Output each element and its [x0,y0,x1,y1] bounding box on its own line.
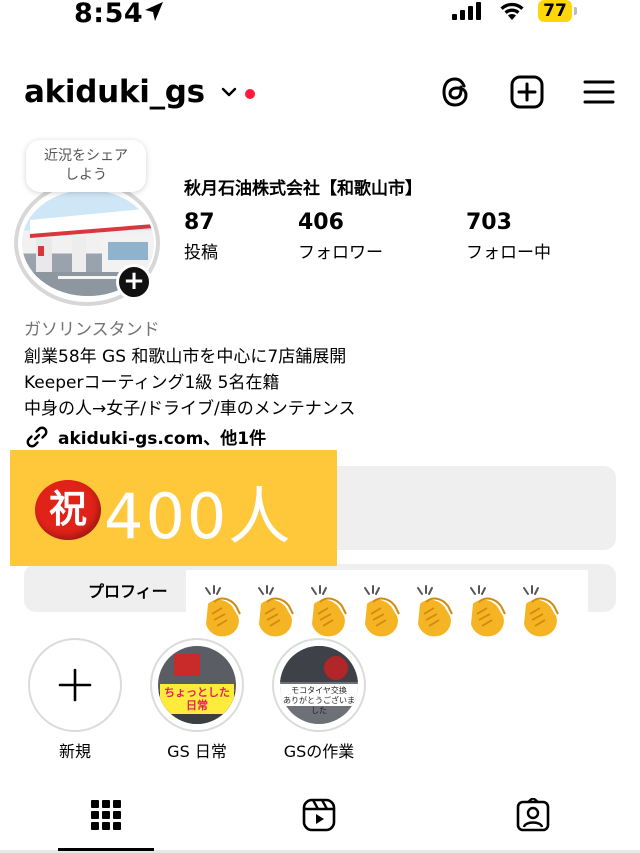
highlight-label: GS 日常 [167,742,227,761]
edit-profile-label: プロフィー [88,582,168,601]
highlight-cover-art [158,646,236,724]
note-bubble-text: 近況をシェア しよう [44,148,128,183]
highlight-cover-text: モコタイヤ交換 ありがとうございました [283,686,355,715]
posts-count[interactable]: 87 [184,210,215,235]
highlight-label: 新規 [58,742,91,761]
clap-row [198,584,561,638]
posts-label[interactable]: 投稿 [184,238,218,263]
followers-label[interactable]: フォロワー [298,238,383,263]
threads-icon[interactable] [438,74,474,110]
highlight-cover-text: ちょっとした日常 [164,686,230,712]
highlight-cover: モコタイヤ交換 ありがとうございました [280,646,358,724]
grid-icon[interactable] [91,798,121,832]
bio-line: 創業58年 GS 和歌山市を中心に7店舗展開 [24,347,347,367]
highlight-label: GSの作業 [283,742,355,761]
clapping-hands-icon [311,585,347,637]
clapping-hands-icon [523,585,559,637]
clapping-hands-icon [364,585,400,637]
profile-link[interactable]: akiduki-gs.com、他1件 [58,424,266,449]
profile-category: ガソリンスタンド [24,320,160,340]
status-time: 8:54 [74,0,144,29]
bio-line: 中身の人→女子/ドライブ/車のメンテナンス [24,399,356,419]
active-tab-indicator [58,848,154,851]
following-label[interactable]: フォロー中 [466,238,551,263]
link-icon [26,426,48,448]
location-arrow-icon [145,2,163,21]
following-count[interactable]: 703 [466,210,512,235]
clapping-hands-icon [470,585,506,637]
wifi-icon [500,2,524,20]
highlight-new[interactable] [28,638,122,732]
display-name: 秋月石油株式会社【和歌山市】 [184,179,422,199]
username-switcher[interactable]: akiduki_gs [24,74,205,110]
plus-icon [58,668,92,702]
celebration-badge: 祝 [35,480,101,540]
celebration-text: 400人 [104,480,293,553]
add-story-button[interactable]: + [116,264,152,300]
clapping-hands-icon [417,585,453,637]
reels-icon[interactable] [302,798,336,832]
notification-dot [245,89,255,99]
bio-line: Keeperコーティング1級 5名在籍 [24,373,280,393]
clapping-hands-icon [205,585,241,637]
followers-count[interactable]: 406 [298,210,344,235]
tagged-icon[interactable] [516,798,550,832]
note-bubble[interactable]: 近況をシェア しよう [26,140,146,192]
chevron-down-icon[interactable] [221,86,237,98]
clapping-hands-icon [258,585,294,637]
cell-signal-icon [452,2,481,20]
battery-cap [574,7,577,15]
battery-indicator: 77 [538,0,572,22]
create-icon[interactable] [509,74,545,110]
highlight-cover: ちょっとした日常 [158,646,236,724]
menu-icon[interactable] [581,74,617,110]
